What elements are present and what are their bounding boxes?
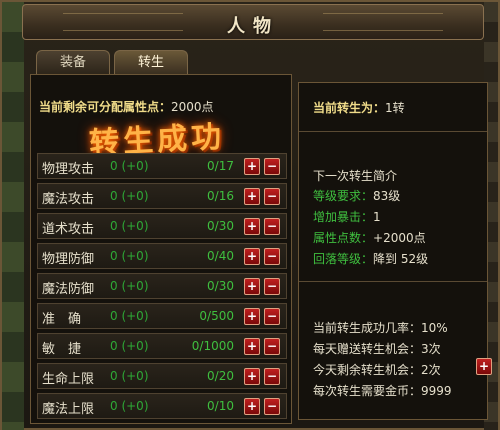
attribute-points: 属性点数：+2000点 [313,229,426,246]
fallback-level-value: 降到 52级 [373,252,429,266]
increase-button[interactable]: + [244,338,260,355]
stat-progress: 0/30 [207,219,234,233]
stat-row-agility: 敏 捷 0 (+0) 0/1000 + − [37,333,287,359]
stat-row-physical-attack: 物理攻击 0 (+0) 0/17 + − [37,153,287,179]
character-window: 人物 装备 转生 当前剩余可分配属性点：2000点 转生成功 物理攻击 0 (+… [0,0,500,430]
attribute-points-label: 属性点数： [313,231,374,245]
stat-name: 魔法防御 [42,282,95,297]
stat-value: 0 (+0) [110,399,149,413]
increase-button[interactable]: + [244,278,260,295]
rebirth-info-panel: 当前转生为：1转 下一次转生简介 等级要求：83级 增加暴击：1 属性点数：+2… [298,82,488,420]
stat-value: 0 (+0) [110,369,149,383]
stat-name: 生命上限 [42,372,95,387]
fallback-level: 回落等级：降到 52级 [313,250,428,267]
stat-name: 物理防御 [42,252,95,267]
decrease-button[interactable]: − [264,248,280,265]
stat-progress: 0/1000 [191,339,234,353]
stat-row-magic-defense: 魔法防御 0 (+0) 0/30 + − [37,273,287,299]
add-chance-button[interactable]: + [476,358,492,375]
stat-row-magic-attack: 魔法攻击 0 (+0) 0/16 + − [37,183,287,209]
attribute-points-value: +2000点 [373,231,426,245]
decrease-button[interactable]: − [264,158,280,175]
success-rate: 当前转生成功几率：10% [313,319,448,336]
points-label: 当前剩余可分配属性点： [39,100,172,114]
remaining-chances: 今天剩余转生机会：2次 [313,361,441,378]
stat-value: 0 (+0) [110,279,149,293]
stat-value: 0 (+0) [110,309,149,323]
crit-bonus: 增加暴击：1 [313,208,381,225]
tab-equipment[interactable]: 装备 [36,50,110,74]
stat-row-mp-max: 魔法上限 0 (+0) 0/10 + − [37,393,287,419]
increase-button[interactable]: + [244,248,260,265]
tab-rebirth[interactable]: 转生 [114,50,188,74]
success-rate-label: 当前转生成功几率： [313,321,422,335]
increase-button[interactable]: + [244,218,260,235]
level-requirement-label: 等级要求： [313,189,374,203]
decrease-button[interactable]: − [264,218,280,235]
stat-value: 0 (+0) [110,159,149,173]
gold-required-label: 每次转生需要金币： [313,384,422,398]
increase-button[interactable]: + [244,158,260,175]
current-rebirth-label: 当前转生为： [313,101,386,115]
crit-bonus-label: 增加暴击： [313,210,374,224]
remaining-chances-value: 2次 [421,363,441,377]
stat-row-accuracy: 准 确 0 (+0) 0/500 + − [37,303,287,329]
decrease-button[interactable]: − [264,308,280,325]
level-requirement: 等级要求：83级 [313,187,400,204]
decrease-button[interactable]: − [264,398,280,415]
stat-progress: 0/500 [199,309,234,323]
daily-gift-value: 3次 [421,342,441,356]
title-bar[interactable]: 人物 [22,4,484,40]
divider [299,131,487,132]
decrease-button[interactable]: − [264,368,280,385]
decrease-button[interactable]: − [264,278,280,295]
stat-progress: 0/17 [207,159,234,173]
stat-name: 物理攻击 [42,162,95,177]
fallback-level-label: 回落等级： [313,252,374,266]
increase-button[interactable]: + [244,188,260,205]
scenery-left [2,2,24,430]
stat-value: 0 (+0) [110,339,149,353]
daily-gift: 每天赠送转生机会：3次 [313,340,441,357]
stat-progress: 0/30 [207,279,234,293]
window-title: 人物 [227,16,279,37]
current-rebirth: 当前转生为：1转 [313,99,405,116]
stat-value: 0 (+0) [110,249,149,263]
increase-button[interactable]: + [244,368,260,385]
remaining-chances-label: 今天剩余转生机会： [313,363,422,377]
level-requirement-value: 83级 [373,189,401,203]
gold-required-value: 9999 [421,384,452,398]
stat-progress: 0/20 [207,369,234,383]
stat-value: 0 (+0) [110,189,149,203]
stat-progress: 0/40 [207,249,234,263]
stat-row-taoist-attack: 道术攻击 0 (+0) 0/30 + − [37,213,287,239]
attribute-panel: 当前剩余可分配属性点：2000点 转生成功 物理攻击 0 (+0) 0/17 +… [30,74,292,424]
daily-gift-label: 每天赠送转生机会： [313,342,422,356]
stat-row-physical-defense: 物理防御 0 (+0) 0/40 + − [37,243,287,269]
stat-row-hp-max: 生命上限 0 (+0) 0/20 + − [37,363,287,389]
stat-progress: 0/16 [207,189,234,203]
stat-name: 准 确 [42,312,82,327]
increase-button[interactable]: + [244,308,260,325]
success-rate-value: 10% [421,321,448,335]
stat-value: 0 (+0) [110,219,149,233]
gold-required: 每次转生需要金币：9999 [313,382,452,399]
divider [299,281,487,282]
crit-bonus-value: 1 [373,210,381,224]
increase-button[interactable]: + [244,398,260,415]
stat-name: 敏 捷 [42,342,82,357]
decrease-button[interactable]: − [264,338,280,355]
stat-progress: 0/10 [207,399,234,413]
stat-name: 道术攻击 [42,222,95,237]
stat-name: 魔法上限 [42,402,95,417]
current-rebirth-value: 1转 [385,101,405,115]
stat-name: 魔法攻击 [42,192,95,207]
decrease-button[interactable]: − [264,188,280,205]
next-rebirth-title: 下一次转生简介 [313,169,398,183]
